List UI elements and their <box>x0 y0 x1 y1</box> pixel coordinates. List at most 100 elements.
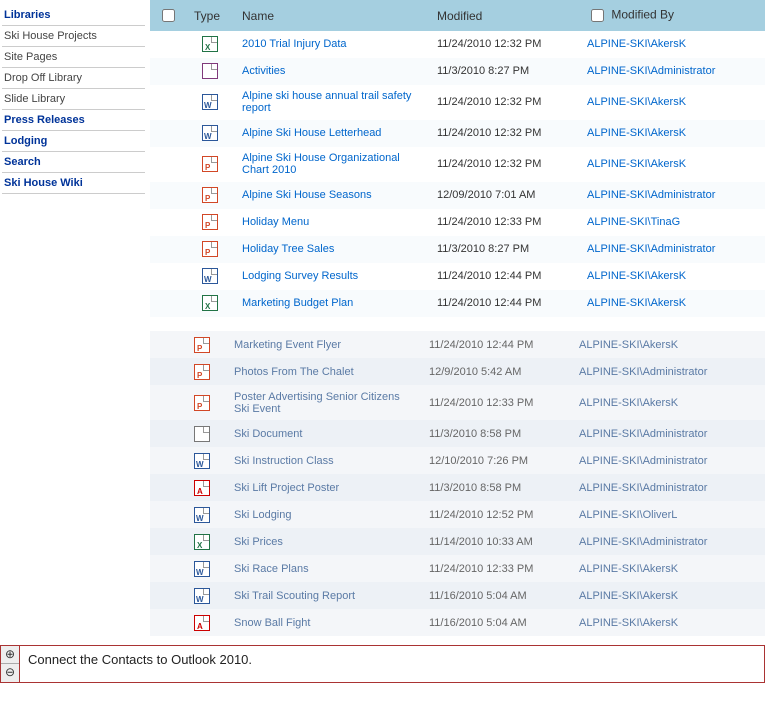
user-link[interactable]: ALPINE-SKI\Administrator <box>587 243 715 255</box>
document-link[interactable]: Holiday Tree Sales <box>242 243 334 255</box>
document-library-table-continued: Marketing Event Flyer11/24/2010 12:44 PM… <box>150 317 765 637</box>
table-row[interactable]: Holiday Menu11/24/2010 12:33 PMALPINE-SK… <box>150 209 765 236</box>
document-link[interactable]: Lodging Survey Results <box>242 270 358 282</box>
document-link[interactable]: Marketing Budget Plan <box>242 297 353 309</box>
table-row[interactable]: Ski Trail Scouting Report11/16/2010 5:04… <box>150 582 765 609</box>
user-link[interactable]: ALPINE-SKI\Administrator <box>579 482 707 494</box>
user-link[interactable]: ALPINE-SKI\OliverL <box>579 509 677 521</box>
user-link[interactable]: ALPINE-SKI\TinaG <box>587 216 680 228</box>
user-link[interactable]: ALPINE-SKI\Administrator <box>579 536 707 548</box>
instruction-panel: ⊕ ⊖ Connect the Contacts to Outlook 2010… <box>0 645 765 683</box>
column-header-name[interactable]: Name <box>234 0 429 31</box>
docx-file-icon <box>202 125 218 141</box>
document-link[interactable]: Holiday Menu <box>242 216 309 228</box>
document-link[interactable]: Marketing Event Flyer <box>234 339 341 351</box>
row-checkbox-cell <box>150 420 178 447</box>
document-link[interactable]: Ski Document <box>234 428 302 440</box>
user-link[interactable]: ALPINE-SKI\AkersK <box>579 617 678 629</box>
sidebar-item-press-releases[interactable]: Press Releases <box>2 110 145 131</box>
document-link[interactable]: Alpine ski house annual trail safety rep… <box>242 90 411 114</box>
document-link[interactable]: Snow Ball Fight <box>234 617 310 629</box>
user-link[interactable]: ALPINE-SKI\Administrator <box>587 65 715 77</box>
table-row[interactable]: Ski Lodging11/24/2010 12:52 PMALPINE-SKI… <box>150 501 765 528</box>
table-row[interactable]: Ski Lift Project Poster11/3/2010 8:58 PM… <box>150 474 765 501</box>
user-link[interactable]: ALPINE-SKI\AkersK <box>587 270 686 282</box>
user-link[interactable]: ALPINE-SKI\AkersK <box>579 563 678 575</box>
sidebar-item-lodging[interactable]: Lodging <box>2 131 145 152</box>
sidebar-item-search[interactable]: Search <box>2 152 145 173</box>
user-link[interactable]: ALPINE-SKI\AkersK <box>587 127 686 139</box>
table-row[interactable]: Ski Prices11/14/2010 10:33 AMALPINE-SKI\… <box>150 528 765 555</box>
column-header-modifiedby[interactable]: Modified By <box>579 0 765 31</box>
select-all-checkbox[interactable] <box>162 9 175 22</box>
table-row[interactable]: Alpine Ski House Letterhead11/24/2010 12… <box>150 120 765 147</box>
file-name-cell: Lodging Survey Results <box>234 263 429 290</box>
modified-by-cell: ALPINE-SKI\TinaG <box>579 209 765 236</box>
user-link[interactable]: ALPINE-SKI\AkersK <box>579 590 678 602</box>
modified-cell: 11/24/2010 12:32 PM <box>429 31 579 58</box>
sidebar-item-site-pages[interactable]: Site Pages <box>2 47 145 68</box>
table-row[interactable]: 2010 Trial Injury Data 11/24/2010 12:32 P… <box>150 31 765 58</box>
file-type-cell <box>186 31 234 58</box>
user-link[interactable]: ALPINE-SKI\Administrator <box>579 455 707 467</box>
user-link[interactable]: ALPINE-SKI\AkersK <box>579 397 678 409</box>
document-link[interactable]: 2010 Trial Injury Data <box>242 38 347 50</box>
sidebar-item-libraries[interactable]: Libraries <box>2 5 145 26</box>
user-link[interactable]: ALPINE-SKI\AkersK <box>587 38 686 50</box>
document-link[interactable]: Alpine Ski House Organizational Chart 20… <box>242 152 400 176</box>
table-row[interactable]: Alpine ski house annual trail safety rep… <box>150 85 765 120</box>
document-link[interactable]: Alpine Ski House Seasons <box>242 189 372 201</box>
modified-by-cell: ALPINE-SKI\AkersK <box>579 31 765 58</box>
document-link[interactable]: Poster Advertising Senior Citizens Ski E… <box>234 391 400 415</box>
document-link[interactable]: Ski Lodging <box>234 509 292 521</box>
file-name-cell: Photos From The Chalet <box>226 358 421 385</box>
sidebar-item-ski-house-projects[interactable]: Ski House Projects <box>2 26 145 47</box>
file-type-cell <box>178 385 226 420</box>
user-link[interactable]: ALPINE-SKI\Administrator <box>579 428 707 440</box>
user-link[interactable]: ALPINE-SKI\Administrator <box>579 366 707 378</box>
sidebar-item-drop-off-library[interactable]: Drop Off Library <box>2 68 145 89</box>
table-row[interactable]: Ski Race Plans11/24/2010 12:33 PMALPINE-… <box>150 555 765 582</box>
column-header-modified[interactable]: Modified <box>429 0 579 31</box>
sidebar-item-slide-library[interactable]: Slide Library <box>2 89 145 110</box>
document-link[interactable]: Ski Instruction Class <box>234 455 334 467</box>
sidebar-item-ski-house-wiki[interactable]: Ski House Wiki <box>2 173 145 194</box>
document-link[interactable]: Ski Trail Scouting Report <box>234 590 355 602</box>
document-link[interactable]: Alpine Ski House Letterhead <box>242 127 381 139</box>
table-row[interactable]: Poster Advertising Senior Citizens Ski E… <box>150 385 765 420</box>
table-row[interactable]: Ski Document11/3/2010 8:58 PMALPINE-SKI\… <box>150 420 765 447</box>
user-link[interactable]: ALPINE-SKI\AkersK <box>587 158 686 170</box>
row-checkbox-cell <box>150 147 186 182</box>
user-link[interactable]: ALPINE-SKI\AkersK <box>587 96 686 108</box>
file-type-cell <box>186 209 234 236</box>
column-header-type[interactable]: Type <box>186 0 234 31</box>
file-type-cell <box>186 290 234 317</box>
table-row[interactable]: Holiday Tree Sales11/3/2010 8:27 PMALPIN… <box>150 236 765 263</box>
modifiedby-filter-checkbox[interactable] <box>591 9 604 22</box>
document-link[interactable]: Ski Lift Project Poster <box>234 482 339 494</box>
zoom-out-button[interactable]: ⊖ <box>1 664 19 682</box>
document-link[interactable]: Activities <box>242 65 285 77</box>
user-link[interactable]: ALPINE-SKI\AkersK <box>579 339 678 351</box>
table-row[interactable]: Ski Instruction Class12/10/2010 7:26 PMA… <box>150 447 765 474</box>
table-row[interactable]: Snow Ball Fight11/16/2010 5:04 AMALPINE-… <box>150 609 765 636</box>
file-name-cell: Holiday Tree Sales <box>234 236 429 263</box>
table-row[interactable]: Alpine Ski House Organizational Chart 20… <box>150 147 765 182</box>
zoom-in-button[interactable]: ⊕ <box>1 646 19 664</box>
document-link[interactable]: Ski Prices <box>234 536 283 548</box>
table-row[interactable]: Marketing Event Flyer11/24/2010 12:44 PM… <box>150 331 765 358</box>
document-link[interactable]: Photos From The Chalet <box>234 366 354 378</box>
table-row[interactable]: Activities 11/3/2010 8:27 PM ALPINE-SKI\Ad… <box>150 58 765 85</box>
table-row[interactable]: Photos From The Chalet12/9/2010 5:42 AMA… <box>150 358 765 385</box>
modified-by-cell: ALPINE-SKI\Administrator <box>579 182 765 209</box>
modified-cell: 11/3/2010 8:27 PM <box>429 58 579 85</box>
file-type-cell <box>186 120 234 147</box>
table-row[interactable]: Lodging Survey Results11/24/2010 12:44 P… <box>150 263 765 290</box>
file-name-cell: Ski Trail Scouting Report <box>226 582 421 609</box>
table-row[interactable]: Alpine Ski House Seasons12/09/2010 7:01 … <box>150 182 765 209</box>
user-link[interactable]: ALPINE-SKI\AkersK <box>587 297 686 309</box>
table-row[interactable]: Marketing Budget Plan11/24/2010 12:44 PM… <box>150 290 765 317</box>
document-link[interactable]: Ski Race Plans <box>234 563 309 575</box>
user-link[interactable]: ALPINE-SKI\Administrator <box>587 189 715 201</box>
pdf-file-icon <box>194 615 210 631</box>
